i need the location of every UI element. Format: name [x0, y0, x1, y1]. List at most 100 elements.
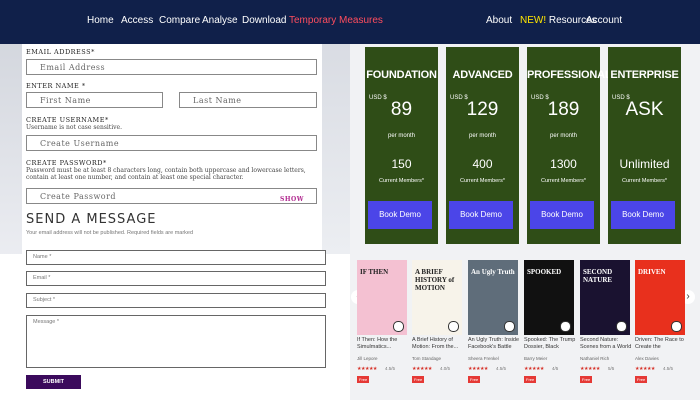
book-title[interactable]: An Ugly Truth: Inside Facebook's Battle …: [468, 337, 522, 351]
submit-button[interactable]: SUBMIT: [26, 375, 81, 389]
rating-stars: ★★★★★: [524, 366, 544, 372]
plan-price: 129: [466, 99, 499, 120]
plan-name: PROFESSIONAL: [527, 69, 612, 81]
headphones-icon: [504, 321, 515, 332]
book-author: Jill Lepore: [357, 356, 378, 361]
book-author: Alex Davies: [635, 356, 659, 361]
rating-stars: ★★★★★: [580, 366, 600, 372]
email-label: EMAIL ADDRESS*: [26, 48, 95, 56]
rating-stars: ★★★★★: [357, 366, 377, 372]
headphones-icon: [671, 321, 682, 332]
plan-card-advanced: ADVANCED USD $ 129 per month 400 Current…: [446, 47, 519, 244]
decorative-background-right: [322, 44, 350, 254]
book-cover[interactable]: A BRIEF HISTORY of MOTION: [412, 260, 462, 335]
book-cover[interactable]: IF THEN: [357, 260, 407, 335]
book-cover[interactable]: SECOND NATURE: [580, 260, 630, 335]
plan-members: 150: [391, 157, 412, 171]
send-message-title: SEND A MESSAGE: [26, 212, 157, 227]
headphones-icon: [560, 321, 571, 332]
registration-panel: EMAIL ADDRESS* Email Address ENTER NAME …: [0, 44, 350, 400]
message-body-field[interactable]: Message *: [26, 315, 326, 368]
nav-access[interactable]: Access: [121, 15, 153, 26]
free-badge: Free: [412, 376, 425, 383]
new-badge: NEW!: [520, 15, 547, 26]
email-field[interactable]: Email Address: [26, 59, 317, 75]
pricing-panel: FOUNDATION USD $ 89 per month 150 Curren…: [350, 44, 700, 400]
plan-name: FOUNDATION: [366, 69, 437, 81]
plan-members-label: Current Members*: [622, 178, 667, 184]
book-demo-button[interactable]: Book Demo: [368, 201, 432, 229]
book-cover-title: An Ugly Truth: [471, 268, 515, 276]
book-title[interactable]: Spooked: The Trump Dossier, Black Cube,.…: [524, 337, 578, 351]
book-cover-title: A BRIEF HISTORY of MOTION: [415, 268, 455, 292]
message-email-field[interactable]: Email *: [26, 271, 326, 286]
plan-period: per month: [549, 133, 577, 139]
book-cover-title: SECOND NATURE: [583, 268, 613, 284]
nav-about[interactable]: About: [486, 15, 512, 26]
free-badge: Free: [635, 376, 648, 383]
book-demo-button[interactable]: Book Demo: [611, 201, 675, 229]
last-name-field[interactable]: Last Name: [179, 92, 317, 108]
plan-card-enterprise: ENTERPRISE USD $ ASK Unlimited Current M…: [608, 47, 681, 244]
rating-value: 4.5/5: [385, 366, 396, 371]
plan-price: 89: [390, 99, 413, 120]
nav-home[interactable]: Home: [87, 15, 114, 26]
book-author: Sheera Frenkel: [468, 356, 499, 361]
plan-members: 400: [472, 157, 493, 171]
password-placeholder: Create Password: [40, 192, 117, 201]
show-password-toggle[interactable]: SHOW: [280, 192, 304, 208]
plan-members: Unlimited: [619, 157, 670, 171]
plan-price: 189: [547, 99, 580, 120]
decorative-background: [0, 44, 22, 254]
book-demo-button[interactable]: Book Demo: [449, 201, 513, 229]
plan-members-label: Current Members*: [460, 178, 505, 184]
plan-members: 1300: [550, 157, 577, 171]
nav-compare[interactable]: Compare: [159, 15, 200, 26]
headphones-icon: [448, 321, 459, 332]
book-cover[interactable]: DRIVEN: [635, 260, 685, 335]
nav-account[interactable]: Account: [586, 15, 622, 26]
book-cover-title: DRIVEN: [638, 268, 666, 276]
free-badge: Free: [524, 376, 537, 383]
nav-temporary-measures[interactable]: Temporary Measures: [289, 15, 383, 26]
headphones-icon: [393, 321, 404, 332]
message-subject-field[interactable]: Subject *: [26, 293, 326, 308]
rating-stars: ★★★★★: [635, 366, 655, 372]
plan-period: per month: [468, 133, 496, 139]
rating-value: 4.0/5: [440, 366, 451, 371]
book-demo-button[interactable]: Book Demo: [530, 201, 594, 229]
first-name-field[interactable]: First Name: [26, 92, 163, 108]
password-hint: Password must be at least 8 characters l…: [26, 167, 306, 181]
book-cover[interactable]: SPOOKED: [524, 260, 574, 335]
free-badge: Free: [357, 376, 370, 383]
headphones-icon: [616, 321, 627, 332]
rating-stars: ★★★★★: [468, 366, 488, 372]
message-name-field[interactable]: Name *: [26, 250, 326, 265]
required-note: Your email address will not be published…: [26, 230, 194, 236]
rating-value: 5/5: [608, 366, 615, 371]
plan-members-label: Current Members*: [379, 178, 424, 184]
username-hint: Username is not case sensitive.: [26, 124, 122, 131]
book-author: Barry Meier: [524, 356, 548, 361]
book-cover[interactable]: An Ugly Truth: [468, 260, 518, 335]
book-cover-title: SPOOKED: [527, 268, 562, 276]
name-label: ENTER NAME *: [26, 82, 86, 90]
book-title[interactable]: Driven: The Race to Create the Autonomo.…: [635, 337, 689, 351]
plan-name: ADVANCED: [452, 69, 513, 81]
nav-download[interactable]: Download: [242, 15, 286, 26]
username-label: CREATE USERNAME*: [26, 116, 109, 124]
password-label: CREATE PASSWORD*: [26, 159, 107, 167]
free-badge: Free: [468, 376, 481, 383]
book-title[interactable]: Second Nature: Scenes from a World Remad…: [580, 337, 634, 351]
plan-members-label: Current Members*: [541, 178, 586, 184]
username-field[interactable]: Create Username: [26, 135, 317, 151]
book-author: Nathaniel Rich: [580, 356, 610, 361]
nav-analyse[interactable]: Analyse: [202, 15, 238, 26]
plan-card-foundation: FOUNDATION USD $ 89 per month 150 Curren…: [365, 47, 438, 244]
password-field[interactable]: Create Password SHOW: [26, 188, 317, 204]
book-cover-title: IF THEN: [360, 268, 389, 276]
plan-period: per month: [387, 133, 415, 139]
book-title[interactable]: If Then: How the Simulmatics...: [357, 337, 411, 351]
book-title[interactable]: A Brief History of Motion: From the...: [412, 337, 466, 351]
plan-price: ASK: [625, 99, 664, 120]
